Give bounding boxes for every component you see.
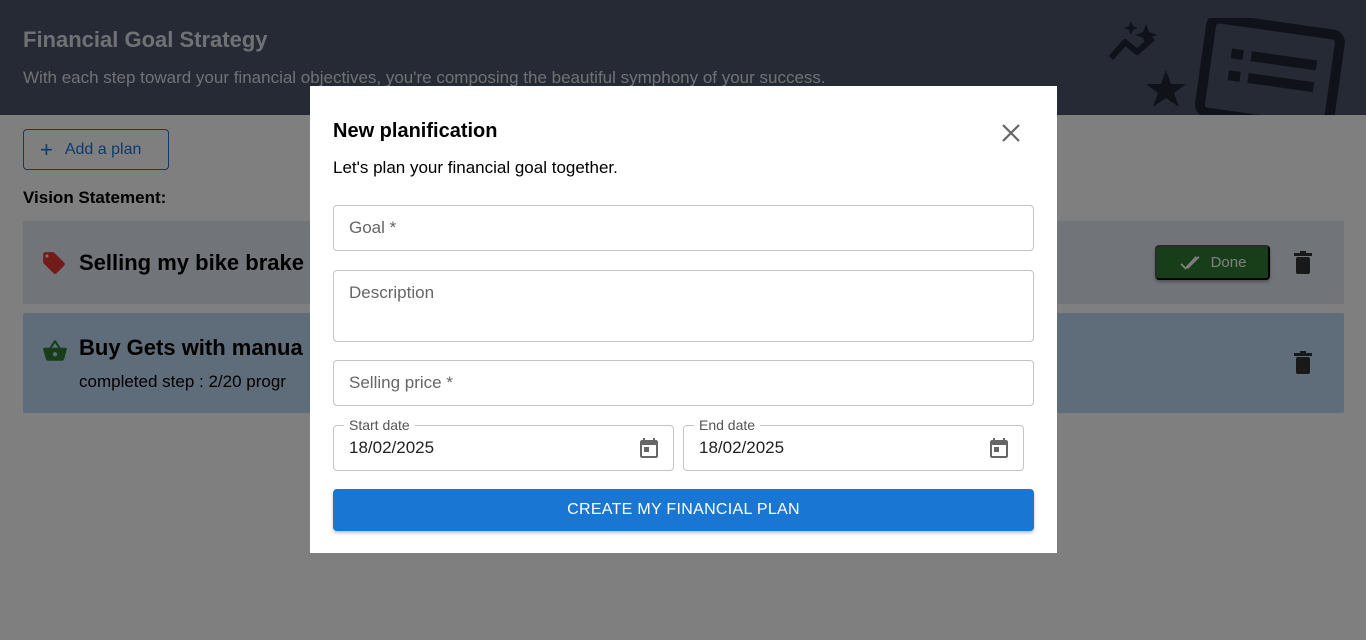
description-field [333,270,1034,342]
calendar-icon[interactable] [987,436,1011,460]
description-input[interactable] [334,271,1033,341]
selling-price-input[interactable] [334,361,1033,405]
dialog-subtitle: Let's plan your financial goal together. [333,158,618,177]
end-date-label: End date [694,417,761,433]
new-plan-dialog: New planification Let's plan your financ… [310,86,1057,553]
goal-field [333,205,1034,251]
end-date-field[interactable]: End date 18/02/2025 [683,417,1024,471]
start-date-field[interactable]: Start date 18/02/2025 [333,417,674,471]
dialog-title: New planification [333,120,498,142]
create-plan-button[interactable]: CREATE MY FINANCIAL PLAN [333,489,1034,531]
end-date-value[interactable]: 18/02/2025 [699,438,784,458]
goal-input[interactable] [334,206,1033,250]
selling-price-field [333,360,1034,406]
calendar-icon[interactable] [637,436,661,460]
close-icon [1002,124,1020,142]
close-button[interactable] [998,120,1024,146]
start-date-value[interactable]: 18/02/2025 [349,438,434,458]
start-date-label: Start date [344,417,415,433]
